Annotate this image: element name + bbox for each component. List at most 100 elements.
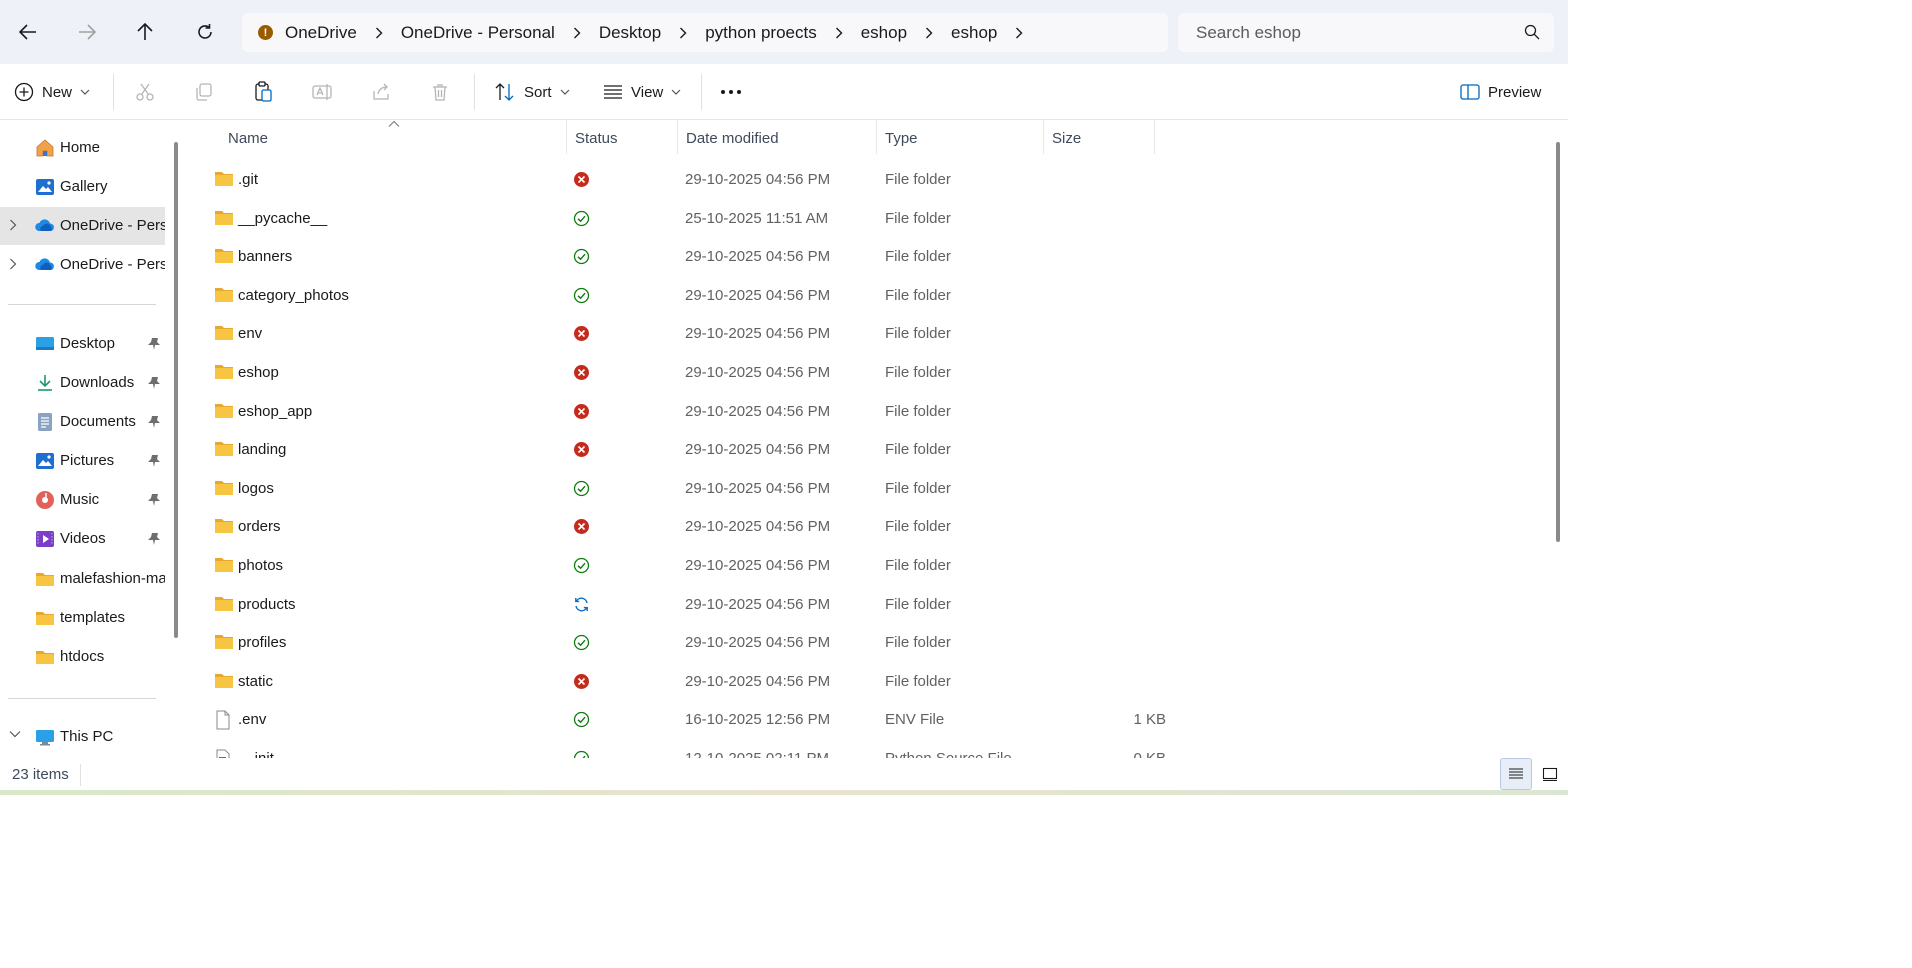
file-list: Name Status Date modified Type Size .git…: [188, 120, 1568, 758]
file-date-modified: 25-10-2025 11:51 AM: [685, 209, 829, 227]
file-name: photos: [238, 557, 284, 574]
details-view-button[interactable]: [1500, 758, 1532, 790]
file-row[interactable]: products 29-10-2025 04:56 PM File folder: [206, 586, 1336, 624]
file-row[interactable]: banners 29-10-2025 04:56 PM File folder: [206, 238, 1336, 276]
file-row[interactable]: .git 29-10-2025 04:56 PM File folder: [206, 161, 1336, 199]
file-row[interactable]: static 29-10-2025 04:56 PM File folder: [206, 663, 1336, 701]
sidebar-item-htdocs[interactable]: htdocs: [0, 638, 165, 676]
file-row[interactable]: logos 29-10-2025 04:56 PM File folder: [206, 470, 1336, 508]
sidebar-scrollbar[interactable]: [174, 142, 178, 638]
sidebar-item-gallery[interactable]: Gallery: [0, 168, 165, 206]
sidebar-item-desktop[interactable]: Desktop: [0, 325, 165, 363]
breadcrumb-eshop[interactable]: eshop: [861, 23, 907, 43]
sidebar-item-onedrive-personal[interactable]: OneDrive - Personal: [0, 207, 165, 245]
column-header-name[interactable]: Name: [220, 120, 566, 156]
file-type: File folder: [885, 325, 951, 343]
breadcrumb-chevron-icon[interactable]: [571, 13, 583, 52]
file-name: __init__: [238, 750, 291, 758]
sidebar-item-malefashion-master[interactable]: malefashion-master: [0, 560, 165, 598]
file-row[interactable]: landing 29-10-2025 04:56 PM File folder: [206, 431, 1336, 469]
pin-icon[interactable]: [147, 532, 161, 546]
file-row[interactable]: orders 29-10-2025 04:56 PM File folder: [206, 508, 1336, 546]
folder-icon: [214, 247, 234, 269]
view-button[interactable]: View: [603, 72, 681, 112]
forward-button[interactable]: [69, 14, 105, 50]
search-input[interactable]: [1196, 22, 1516, 43]
pin-icon[interactable]: [147, 415, 161, 429]
breadcrumb-eshop-current[interactable]: eshop: [951, 23, 997, 43]
chevron-down-icon: [560, 89, 569, 95]
search-box[interactable]: [1178, 13, 1554, 52]
file-type: File folder: [885, 479, 951, 497]
file-row[interactable]: __pycache__ 25-10-2025 11:51 AM File folde…: [206, 200, 1336, 238]
paste-button[interactable]: [253, 72, 273, 112]
pin-icon[interactable]: [147, 337, 161, 351]
file-type: File folder: [885, 441, 951, 459]
sort-arrows-icon: [495, 83, 514, 101]
pin-icon[interactable]: [147, 376, 161, 390]
onedrive-cloud-icon: [35, 258, 54, 270]
sidebar-item-home[interactable]: Home: [0, 129, 165, 167]
chevron-right-icon[interactable]: [9, 219, 17, 231]
sort-button[interactable]: Sort: [494, 72, 570, 112]
sidebar-item-this-pc[interactable]: This PC: [0, 718, 165, 756]
sidebar-item-templates[interactable]: templates: [0, 599, 165, 637]
breadcrumb-python-proects[interactable]: python proects: [705, 23, 817, 43]
sidebar-item-videos[interactable]: Videos: [0, 520, 165, 558]
share-button[interactable]: [371, 72, 391, 112]
sidebar-item-onedrive-personal-2[interactable]: OneDrive - Personal: [0, 246, 165, 284]
file-row[interactable]: category_photos 29-10-2025 04:56 PM File f…: [206, 277, 1336, 315]
file-name: env: [238, 325, 263, 343]
breadcrumb-chevron-icon[interactable]: [923, 13, 935, 52]
sync-warning-icon[interactable]: !: [258, 25, 273, 40]
chevron-down-icon[interactable]: [9, 730, 21, 738]
file-explorer-window: ! OneDrive OneDrive - Personal Desktop p…: [0, 0, 1568, 795]
chevron-down-icon: [671, 89, 681, 95]
sidebar-item-documents[interactable]: Documents: [0, 403, 165, 441]
file-date-modified: 29-10-2025 04:56 PM: [685, 402, 831, 420]
file-row[interactable]: __init__ 12-10-2025 02:11 PM Python Source…: [206, 740, 1336, 758]
file-row[interactable]: env 29-10-2025 04:56 PM File folder: [206, 315, 1336, 353]
tiles-view-button[interactable]: [1534, 758, 1566, 790]
search-icon[interactable]: [1524, 24, 1540, 40]
file-list-scrollbar[interactable]: [1556, 142, 1560, 542]
breadcrumb-chevron-icon[interactable]: [1013, 13, 1025, 52]
column-header-date-modified[interactable]: Date modified: [678, 120, 876, 156]
file-date-modified: 29-10-2025 04:56 PM: [685, 441, 831, 459]
up-button[interactable]: [127, 14, 163, 50]
column-divider[interactable]: [1154, 120, 1155, 154]
share-icon: [373, 83, 389, 100]
cut-button[interactable]: [135, 72, 155, 112]
preview-button[interactable]: Preview: [1460, 72, 1541, 112]
rename-button[interactable]: [312, 72, 334, 112]
breadcrumb-chevron-icon[interactable]: [833, 13, 845, 52]
sidebar-item-downloads[interactable]: Downloads: [0, 364, 165, 402]
file-row[interactable]: eshop 29-10-2025 04:56 PM File folder: [206, 354, 1336, 392]
file-name: products: [238, 595, 296, 613]
sync-error-icon: [573, 171, 590, 188]
breadcrumb-chevron-icon[interactable]: [677, 13, 689, 52]
column-header-size[interactable]: Size: [1044, 120, 1154, 156]
breadcrumb-onedrive[interactable]: OneDrive: [285, 23, 357, 43]
delete-button[interactable]: [430, 72, 450, 112]
chevron-right-icon[interactable]: [9, 258, 17, 270]
column-header-status[interactable]: Status: [567, 120, 677, 156]
pin-icon[interactable]: [147, 454, 161, 468]
copy-button[interactable]: [194, 72, 214, 112]
breadcrumb-chevron-icon[interactable]: [373, 13, 385, 52]
sidebar-item-pictures[interactable]: Pictures: [0, 442, 165, 480]
file-row[interactable]: profiles 29-10-2025 04:56 PM File folder: [206, 624, 1336, 662]
file-row[interactable]: eshop_app 29-10-2025 04:56 PM File folder: [206, 393, 1336, 431]
new-button[interactable]: New: [14, 72, 90, 112]
breadcrumb[interactable]: ! OneDrive OneDrive - Personal Desktop p…: [242, 13, 1168, 52]
pin-icon[interactable]: [147, 493, 161, 507]
file-row[interactable]: photos 29-10-2025 04:56 PM File folder: [206, 547, 1336, 585]
back-button[interactable]: [10, 14, 46, 50]
refresh-button[interactable]: [187, 14, 223, 50]
column-header-type[interactable]: Type: [877, 120, 1043, 156]
more-options-button[interactable]: [720, 72, 742, 112]
breadcrumb-desktop[interactable]: Desktop: [599, 23, 661, 43]
file-row[interactable]: .env 16-10-2025 12:56 PM ENV File 1 KB: [206, 701, 1336, 739]
breadcrumb-onedrive-personal[interactable]: OneDrive - Personal: [401, 23, 555, 43]
sidebar-item-music[interactable]: Music: [0, 481, 165, 519]
